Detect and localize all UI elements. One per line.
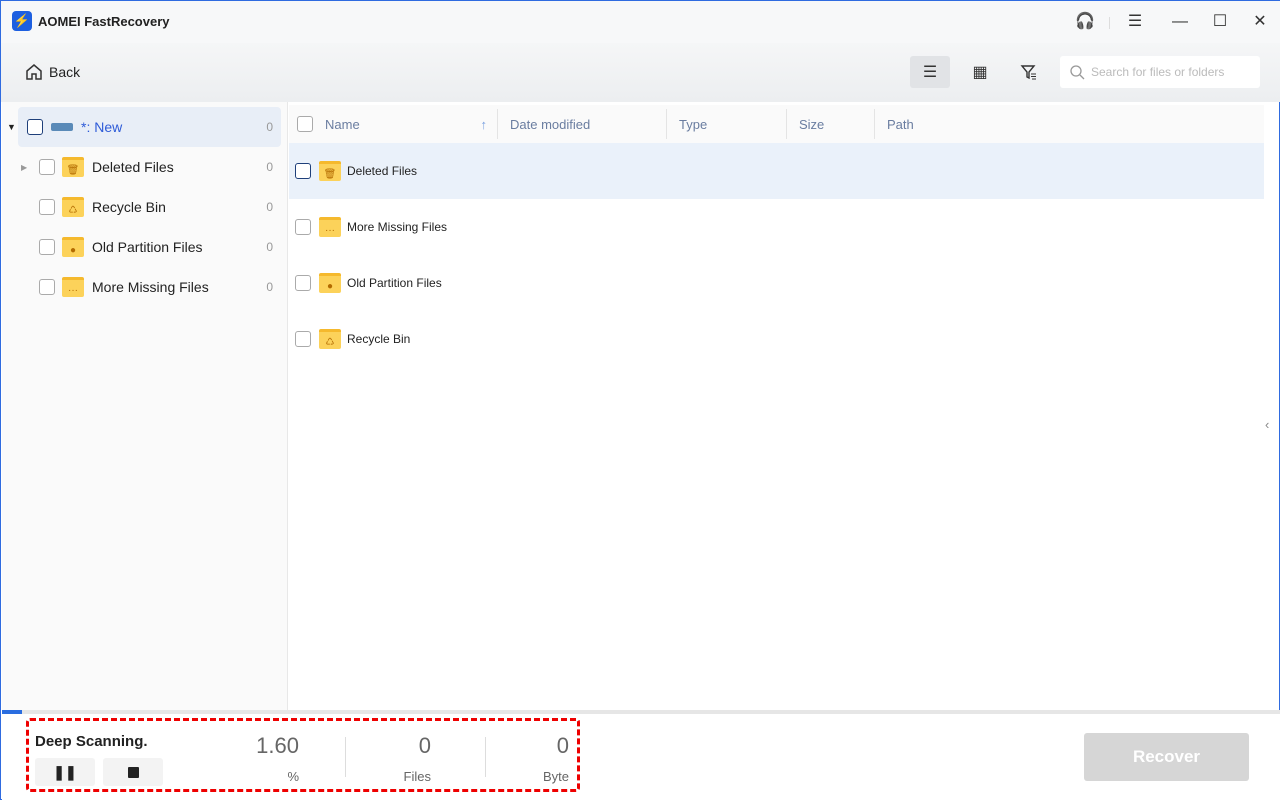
filter-icon xyxy=(1020,65,1036,80)
folder-trash-icon: 🗑 xyxy=(62,157,84,177)
grid-icon: ▦ xyxy=(972,64,988,81)
tree-item-label: Recycle Bin xyxy=(92,199,166,215)
column-label: Path xyxy=(887,116,914,132)
folder-dots-icon: ··· xyxy=(62,277,84,297)
drive-icon xyxy=(51,123,73,131)
checkbox[interactable] xyxy=(39,239,55,255)
list-view-button[interactable]: ☰ xyxy=(910,56,950,88)
percent-label: % xyxy=(287,769,299,784)
column-date-modified[interactable]: Date modified xyxy=(498,109,667,139)
select-all-checkbox[interactable] xyxy=(297,116,313,132)
folder-trash-icon: 🗑 xyxy=(319,161,341,181)
search-box[interactable] xyxy=(1060,56,1260,88)
column-label: Date modified xyxy=(510,116,591,132)
bytes-stat: 0 Byte xyxy=(439,733,569,784)
recover-button[interactable]: Recover xyxy=(1084,733,1249,781)
column-path[interactable]: Path xyxy=(875,109,914,139)
home-icon xyxy=(26,64,42,80)
checkbox[interactable] xyxy=(295,163,311,179)
menu-icon[interactable]: ☰ xyxy=(1124,11,1146,33)
column-label: Type xyxy=(679,116,708,132)
checkbox[interactable] xyxy=(295,219,311,235)
tree-item-more-missing-files[interactable]: ··· More Missing Files 0 xyxy=(18,267,281,307)
column-label: Size xyxy=(799,116,825,132)
minimize-button[interactable]: — xyxy=(1169,11,1191,33)
table-header: Name ↑ Date modified Type Size Path xyxy=(289,105,1264,143)
column-name[interactable]: Name ↑ xyxy=(313,109,498,139)
checkbox[interactable] xyxy=(295,331,311,347)
folder-recycle-icon: ♺ xyxy=(319,329,341,349)
percent-stat: 1.60 % xyxy=(169,733,299,784)
app-title: AOMEI FastRecovery xyxy=(38,14,170,29)
back-label: Back xyxy=(49,64,81,80)
percent-value: 1.60 xyxy=(256,733,299,758)
tree-item-label: More Missing Files xyxy=(92,279,209,295)
app-window: ⚡ AOMEI FastRecovery 🎧 ☰ — ☐ ✕ Back ☰ ▦ … xyxy=(0,0,1280,800)
item-count: 0 xyxy=(266,200,273,214)
folder-dots-icon: ··· xyxy=(319,217,341,237)
bytes-value: 0 xyxy=(556,733,569,758)
bytes-label: Byte xyxy=(542,769,569,784)
table-row[interactable]: ● Old Partition Files xyxy=(289,255,1264,311)
tree-item-label: Deleted Files xyxy=(92,159,174,175)
divider xyxy=(1109,17,1110,29)
filter-button[interactable] xyxy=(1009,56,1049,88)
search-input[interactable] xyxy=(1091,65,1251,79)
file-name: More Missing Files xyxy=(347,220,448,234)
column-type[interactable]: Type xyxy=(667,109,787,139)
maximize-button[interactable]: ☐ xyxy=(1209,11,1231,33)
item-count: 0 xyxy=(266,280,273,294)
close-button[interactable]: ✕ xyxy=(1249,11,1271,33)
table-row[interactable]: ♺ Recycle Bin xyxy=(289,311,1264,367)
title-bar: ⚡ AOMEI FastRecovery 🎧 ☰ — ☐ ✕ xyxy=(1,1,1280,43)
column-label: Name xyxy=(325,116,360,132)
checkbox[interactable] xyxy=(39,279,55,295)
support-headset-icon[interactable]: 🎧 xyxy=(1074,11,1096,33)
pause-icon: ❚❚ xyxy=(53,763,77,780)
expand-arrow-icon[interactable]: ▶ xyxy=(21,163,27,172)
pause-button[interactable]: ❚❚ xyxy=(35,758,95,786)
tree-item-label: *: New xyxy=(81,119,123,135)
files-value: 0 xyxy=(418,733,431,758)
scan-status: Deep Scanning. xyxy=(35,733,148,750)
tree-item-old-partition-files[interactable]: ● Old Partition Files 0 xyxy=(18,227,281,267)
item-count: 0 xyxy=(266,240,273,254)
tree-item-recycle-bin[interactable]: ♺ Recycle Bin 0 xyxy=(18,187,281,227)
column-size[interactable]: Size xyxy=(787,109,875,139)
sort-ascending-icon: ↑ xyxy=(480,116,488,132)
collapse-panel-chevron-icon[interactable]: ‹ xyxy=(1265,417,1269,432)
table-row[interactable]: ··· More Missing Files xyxy=(289,199,1264,255)
file-name: Recycle Bin xyxy=(347,332,411,346)
file-name: Deleted Files xyxy=(347,164,418,178)
sidebar-tree: ▼ *: New 0 ▶ 🗑 Deleted Files 0 ♺ Recycle… xyxy=(2,102,288,710)
stop-icon xyxy=(127,766,139,778)
tree-item-root[interactable]: ▼ *: New 0 xyxy=(7,107,281,147)
folder-clock-icon: ● xyxy=(319,273,341,293)
footer: Deep Scanning. ❚❚ 1.60 % 0 Files 0 Byte … xyxy=(2,714,1280,800)
item-count: 0 xyxy=(266,160,273,174)
expand-arrow-icon[interactable]: ▼ xyxy=(7,122,16,132)
folder-recycle-icon: ♺ xyxy=(62,197,84,217)
app-logo-icon: ⚡ xyxy=(12,11,32,31)
files-label: Files xyxy=(403,769,431,784)
file-name: Old Partition Files xyxy=(347,276,442,290)
list-icon: ☰ xyxy=(922,64,938,81)
stop-button[interactable] xyxy=(103,758,163,786)
file-list: Name ↑ Date modified Type Size Path 🗑 Del… xyxy=(289,102,1264,710)
checkbox[interactable] xyxy=(27,119,43,135)
back-button[interactable]: Back xyxy=(25,63,80,81)
checkbox[interactable] xyxy=(39,159,55,175)
checkbox[interactable] xyxy=(295,275,311,291)
files-stat: 0 Files xyxy=(301,733,431,784)
table-row[interactable]: 🗑 Deleted Files xyxy=(289,143,1264,199)
folder-clock-icon: ● xyxy=(62,237,84,257)
tree-item-deleted-files[interactable]: ▶ 🗑 Deleted Files 0 xyxy=(18,147,281,187)
item-count: 0 xyxy=(266,120,273,134)
checkbox[interactable] xyxy=(39,199,55,215)
search-icon xyxy=(1070,64,1085,79)
grid-view-button[interactable]: ▦ xyxy=(960,56,1000,88)
scan-status-highlight: Deep Scanning. ❚❚ 1.60 % 0 Files 0 Byte xyxy=(26,718,580,792)
toolbar: Back ☰ ▦ xyxy=(1,43,1280,102)
tree-item-label: Old Partition Files xyxy=(92,239,203,255)
